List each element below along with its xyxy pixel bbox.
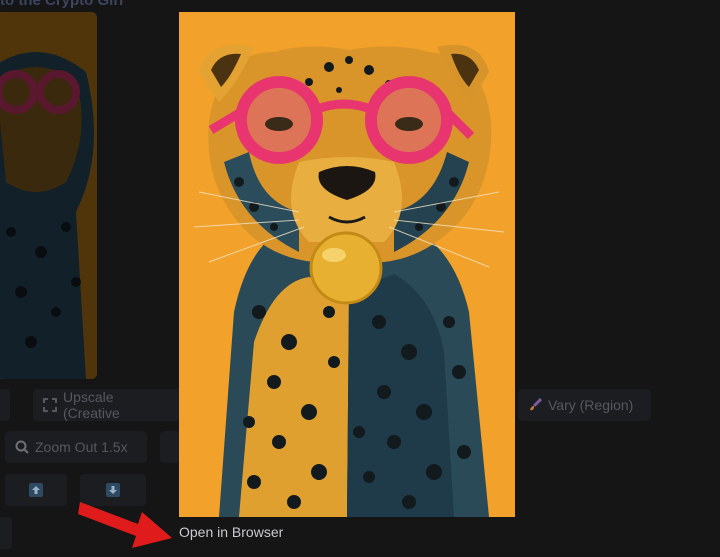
background-message-title: to the Crypto Girl xyxy=(0,0,124,9)
expand-icon xyxy=(43,398,57,412)
magnifier-icon xyxy=(15,440,29,454)
pan-up-button xyxy=(5,474,67,506)
vary-region-button: Vary (Region) xyxy=(518,389,651,421)
background-thumbnail-image xyxy=(0,12,97,379)
red-annotation-arrow xyxy=(76,490,176,557)
open-in-browser-link[interactable]: Open in Browser xyxy=(179,524,283,540)
background-button-partial-3 xyxy=(0,517,12,549)
background-button-partial-2 xyxy=(160,431,180,463)
lightbox-image[interactable] xyxy=(179,12,515,517)
lightbox-overlay[interactable]: to the Crypto Girl Upscale (Creative Var… xyxy=(0,0,720,551)
brush-icon xyxy=(528,397,543,412)
background-button-partial xyxy=(0,389,10,421)
upscale-creative-button: Upscale (Creative xyxy=(33,389,183,421)
zoom-out-button: Zoom Out 1.5x xyxy=(5,431,147,463)
arrow-up-icon xyxy=(29,483,43,497)
